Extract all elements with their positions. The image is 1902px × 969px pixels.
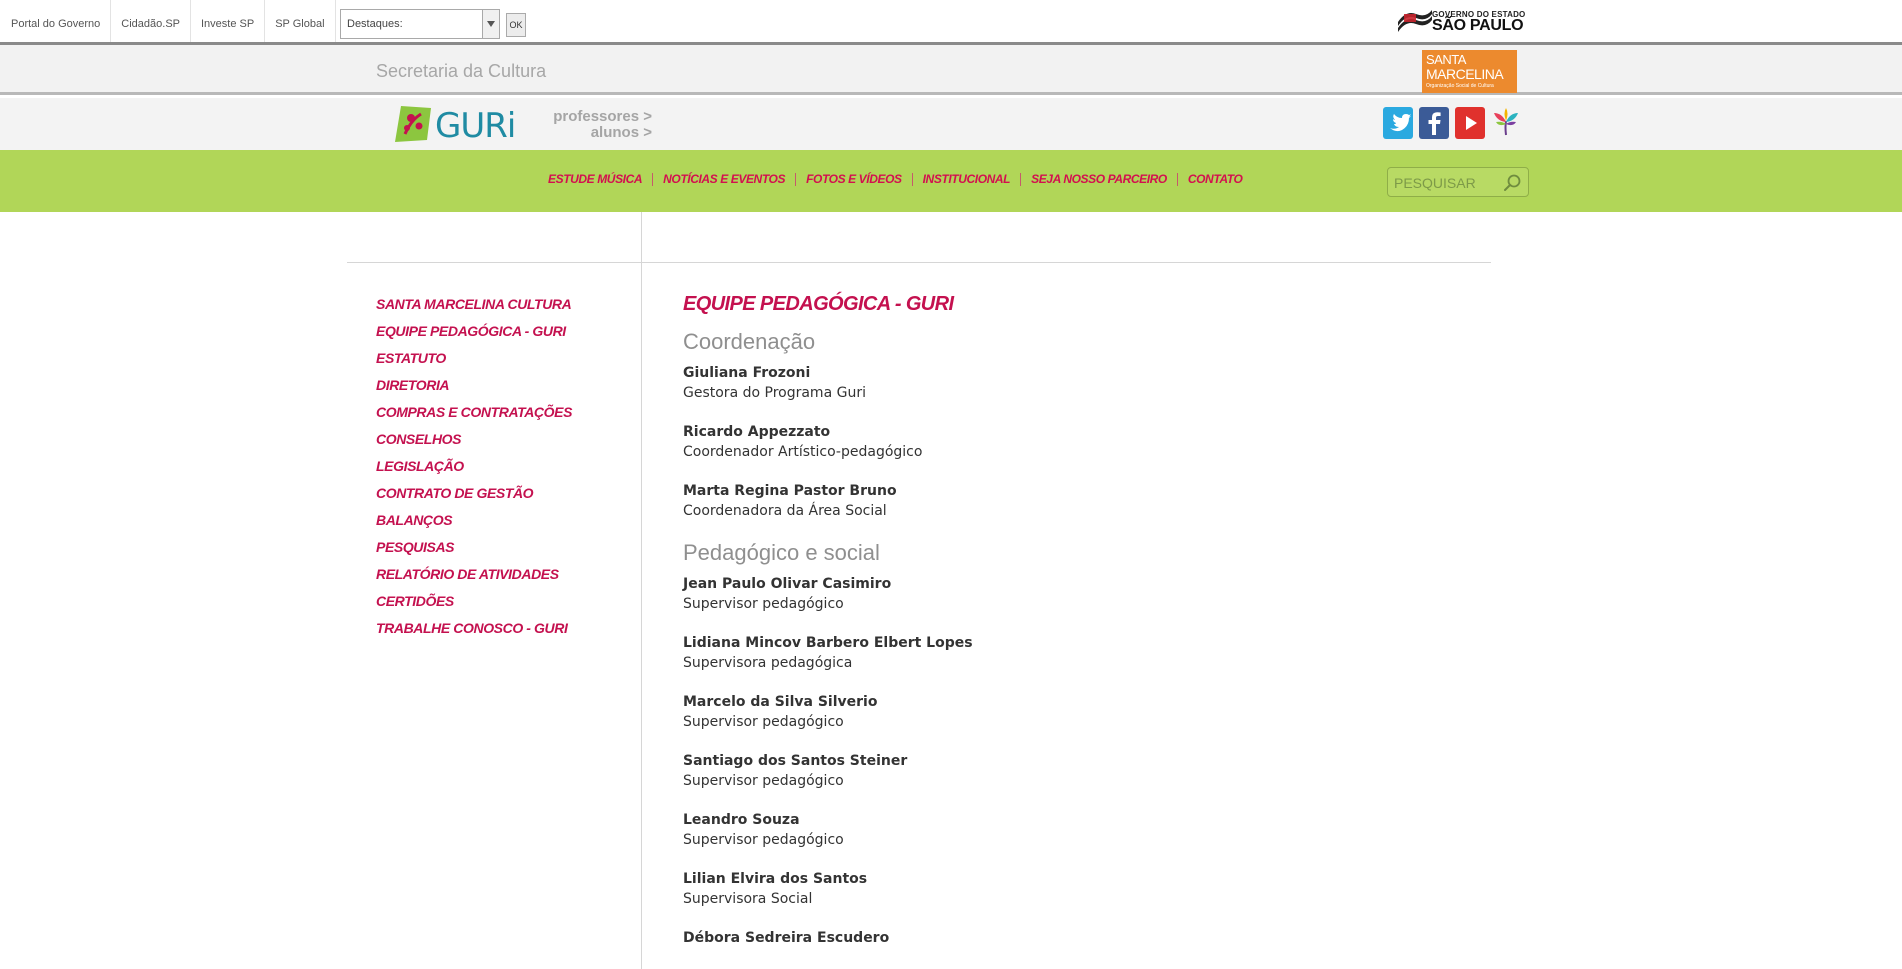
content-vertical-divider xyxy=(641,212,642,969)
search-icon[interactable] xyxy=(1502,173,1522,193)
link-sp-global[interactable]: SP Global xyxy=(265,0,336,42)
section-heading-pedagogico-e-social: Pedagógico e social xyxy=(683,540,880,565)
facebook-icon[interactable] xyxy=(1419,107,1449,139)
section-heading-coordenacao: Coordenação xyxy=(683,329,816,354)
staff-entry: Lidiana Mincov Barbero Elbert Lopes Supe… xyxy=(683,633,1483,673)
sm-logo-line2: MARCELINA xyxy=(1426,66,1504,82)
search-input[interactable] xyxy=(1394,173,1504,193)
staff-entry: Giuliana Frozoni Gestora do Programa Gur… xyxy=(683,363,1483,403)
sidebar-item-diretoria[interactable]: DIRETORIA xyxy=(376,375,572,402)
nav-seja-nosso-parceiro[interactable]: SEJA NOSSO PARCEIRO xyxy=(1020,173,1177,186)
destaques-selected-value: Destaques: xyxy=(347,18,403,30)
nav-contato[interactable]: CONTATO xyxy=(1176,173,1253,186)
sidebar-item-legislacao[interactable]: LEGISLAÇÃO xyxy=(376,456,572,483)
destaques-select[interactable]: Destaques: xyxy=(340,9,500,39)
sao-paulo-flag-icon xyxy=(1398,10,1432,32)
link-investe-sp[interactable]: Investe SP xyxy=(191,0,266,42)
social-links xyxy=(1383,107,1521,139)
staff-name: Débora Sedreira Escudero xyxy=(683,930,890,946)
audience-links: professores > alunos > xyxy=(520,109,652,141)
guri-logo-text: GURi xyxy=(435,106,516,146)
secretaria-bar: Secretaria da Cultura SANTA MARCELINA Or… xyxy=(0,45,1902,95)
nav-fotos-e-videos[interactable]: FOTOS E VÍDEOS xyxy=(795,173,912,186)
secretaria-title[interactable]: Secretaria da Cultura xyxy=(376,61,546,82)
guri-logo[interactable]: GURi xyxy=(391,104,516,146)
sidebar-item-pesquisas[interactable]: PESQUISAS xyxy=(376,537,572,564)
sidebar-item-relatorio-de-atividades[interactable]: RELATÓRIO DE ATIVIDADES xyxy=(376,564,572,591)
youtube-icon[interactable] xyxy=(1455,107,1485,139)
staff-entry: Jean Paulo Olivar Casimiro Supervisor pe… xyxy=(683,574,1483,614)
staff-name: Marta Regina Pastor Bruno xyxy=(683,483,897,499)
link-alunos[interactable]: alunos > xyxy=(520,125,652,141)
main-content: EQUIPE PEDAGÓGICA - GURI Coordenação Giu… xyxy=(683,292,1483,967)
link-portal-do-governo[interactable]: Portal do Governo xyxy=(0,0,112,42)
main-navigation: ESTUDE MÚSICA NOTÍCIAS E EVENTOS FOTOS E… xyxy=(0,150,1902,212)
staff-role: Coordenadora da Área Social xyxy=(683,503,887,519)
sidebar-item-compras-e-contratacoes[interactable]: COMPRAS E CONTRATAÇÕES xyxy=(376,402,572,429)
staff-name: Jean Paulo Olivar Casimiro xyxy=(683,576,892,592)
chevron-down-icon[interactable] xyxy=(482,10,499,38)
staff-entry: Lilian Elvira dos Santos Supervisora Soc… xyxy=(683,869,1483,909)
gov-logo-line2: SÃO PAULO xyxy=(1432,17,1524,34)
staff-role: Supervisor pedagógico xyxy=(683,596,844,612)
sidebar-item-equipe-pedagogica-guri[interactable]: EQUIPE PEDAGÓGICA - GURI xyxy=(376,321,572,348)
staff-name: Marcelo da Silva Silverio xyxy=(683,694,878,710)
nav-institucional[interactable]: INSTITUCIONAL xyxy=(911,173,1020,186)
staff-name: Lilian Elvira dos Santos xyxy=(683,871,868,887)
link-cidadao-sp[interactable]: Cidadão.SP xyxy=(111,0,191,42)
government-links: Portal do Governo Cidadão.SP Investe SP … xyxy=(0,0,336,42)
staff-entry: Débora Sedreira Escudero xyxy=(683,928,1483,948)
guri-header: GURi professores > alunos > xyxy=(0,98,1902,150)
page-title: EQUIPE PEDAGÓGICA - GURI xyxy=(683,293,954,315)
twitter-icon[interactable] xyxy=(1383,107,1413,139)
sidebar-item-estatuto[interactable]: ESTATUTO xyxy=(376,348,572,375)
sidebar-item-trabalhe-conosco-guri[interactable]: TRABALHE CONOSCO - GURI xyxy=(376,618,572,645)
staff-role: Coordenador Artístico-pedagógico xyxy=(683,444,923,460)
sidebar-item-conselhos[interactable]: CONSELHOS xyxy=(376,429,572,456)
staff-role: Supervisor pedagógico xyxy=(683,714,844,730)
staff-role: Supervisora pedagógica xyxy=(683,655,853,671)
staff-entry: Leandro Souza Supervisor pedagógico xyxy=(683,810,1483,850)
santa-marcelina-logo[interactable]: SANTA MARCELINA Organização Social de Cu… xyxy=(1422,50,1517,93)
staff-entry: Marta Regina Pastor Bruno Coordenadora d… xyxy=(683,481,1483,521)
staff-name: Santiago dos Santos Steiner xyxy=(683,753,908,769)
institutional-sidebar: SANTA MARCELINA CULTURA EQUIPE PEDAGÓGIC… xyxy=(376,294,572,645)
nav-noticias-e-eventos[interactable]: NOTÍCIAS E EVENTOS xyxy=(652,173,795,186)
staff-role: Supervisora Social xyxy=(683,891,813,907)
staff-name: Lidiana Mincov Barbero Elbert Lopes xyxy=(683,635,973,651)
guri-leaf-icon xyxy=(395,106,431,142)
flower-icon[interactable] xyxy=(1491,107,1521,139)
staff-entry: Ricardo Appezzato Coordenador Artístico-… xyxy=(683,422,1483,462)
sm-logo-line1: SANTA xyxy=(1426,52,1466,67)
sidebar-item-santa-marcelina-cultura[interactable]: SANTA MARCELINA CULTURA xyxy=(376,294,572,321)
sm-logo-line3: Organização Social de Cultura xyxy=(1426,83,1494,89)
nav-estude-musica[interactable]: ESTUDE MÚSICA xyxy=(538,173,652,186)
search-box xyxy=(1387,167,1529,197)
sidebar-item-contrato-de-gestao[interactable]: CONTRATO DE GESTÃO xyxy=(376,483,572,510)
ok-button[interactable]: OK xyxy=(506,13,526,37)
sidebar-item-balancos[interactable]: BALANÇOS xyxy=(376,510,572,537)
staff-name: Giuliana Frozoni xyxy=(683,365,811,381)
government-top-bar: Portal do Governo Cidadão.SP Investe SP … xyxy=(0,0,1902,45)
governo-sao-paulo-logo[interactable]: GOVERNO DO ESTADO SÃO PAULO xyxy=(1396,6,1525,36)
staff-role: Supervisor pedagógico xyxy=(683,832,844,848)
staff-name: Leandro Souza xyxy=(683,812,800,828)
staff-role: Supervisor pedagógico xyxy=(683,773,844,789)
sidebar-item-certidoes[interactable]: CERTIDÕES xyxy=(376,591,572,618)
staff-entry: Santiago dos Santos Steiner Supervisor p… xyxy=(683,751,1483,791)
link-professores[interactable]: professores > xyxy=(520,109,652,125)
staff-name: Ricardo Appezzato xyxy=(683,424,831,440)
staff-entry: Marcelo da Silva Silverio Supervisor ped… xyxy=(683,692,1483,732)
staff-role: Gestora do Programa Guri xyxy=(683,385,866,401)
nav-links: ESTUDE MÚSICA NOTÍCIAS E EVENTOS FOTOS E… xyxy=(538,173,1252,186)
content-top-divider xyxy=(347,262,1491,263)
